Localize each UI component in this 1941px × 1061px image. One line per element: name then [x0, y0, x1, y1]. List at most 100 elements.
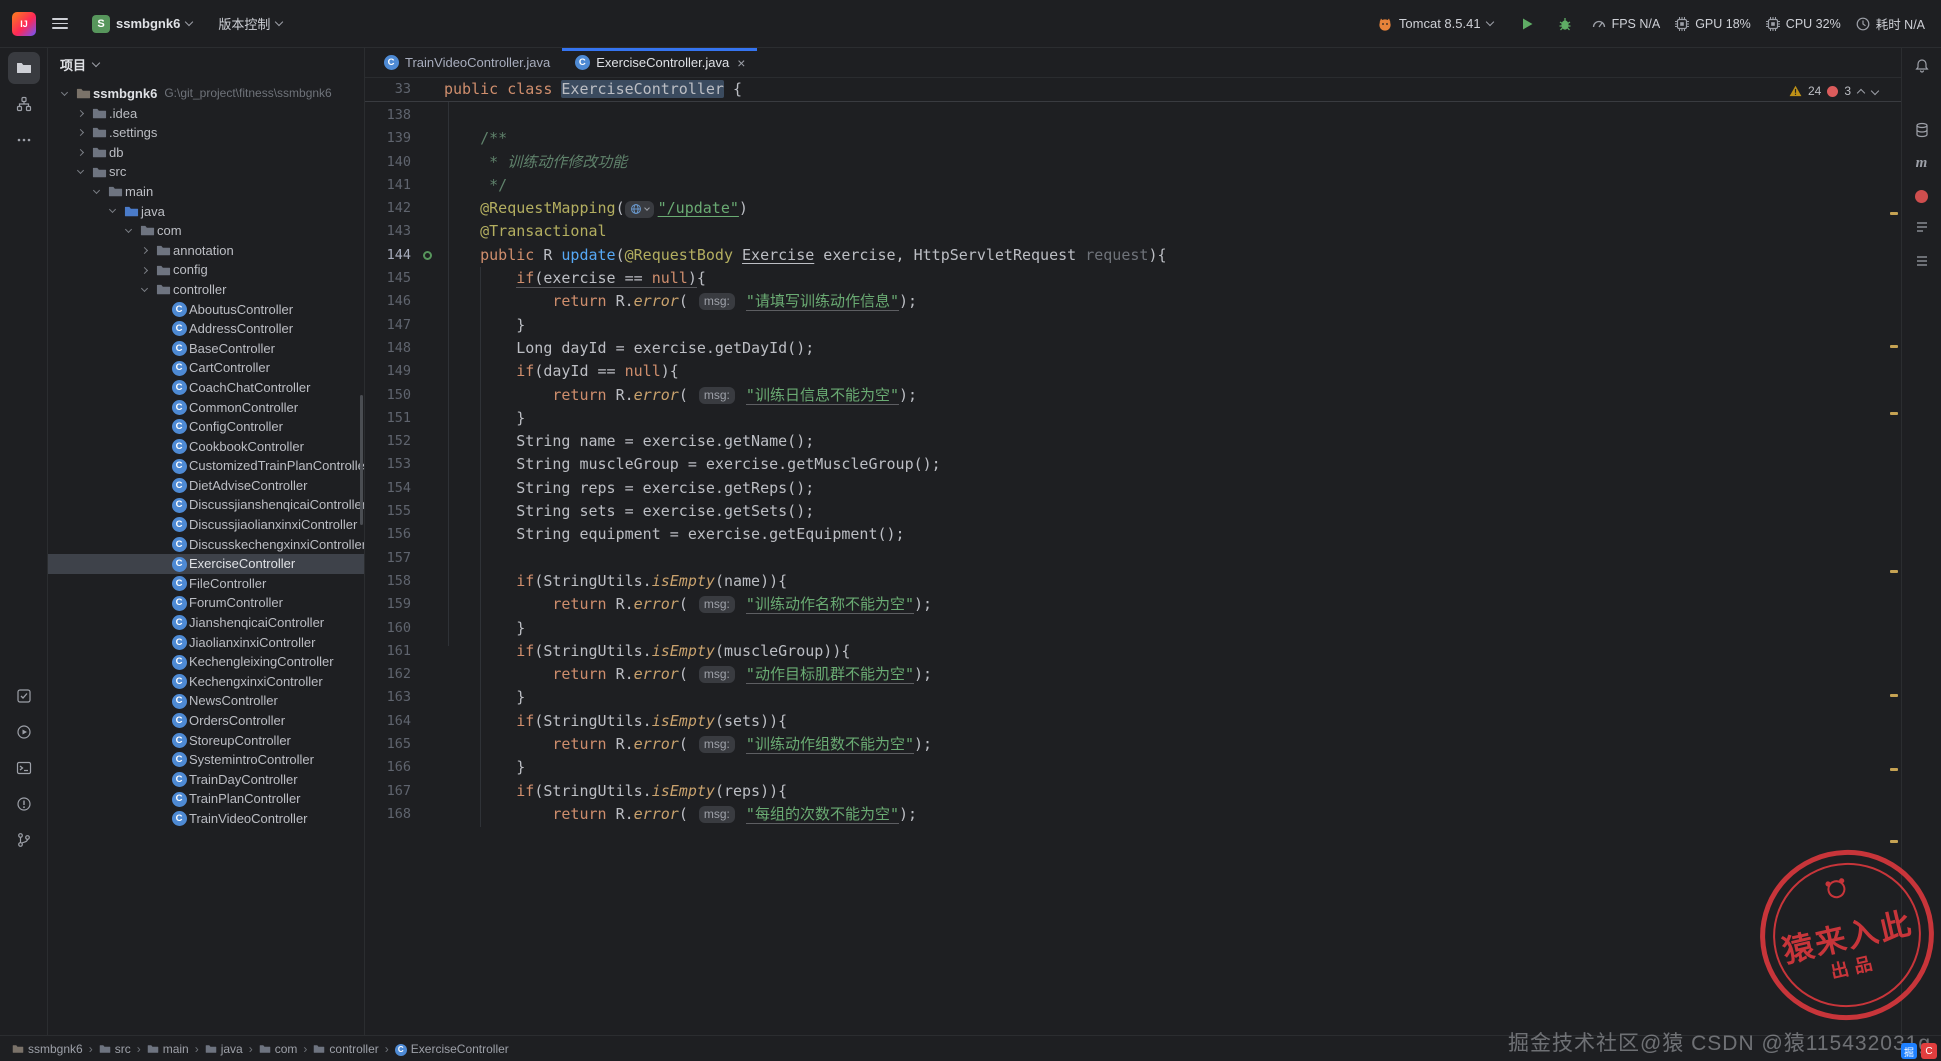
line-number[interactable]: 146	[365, 290, 411, 313]
line-number[interactable]: 163	[365, 686, 411, 709]
code-text[interactable]: String muscleGroup = exercise.getMuscleG…	[444, 455, 940, 473]
tree-item-kechengleixingcontroller[interactable]: C KechengleixingController	[48, 652, 364, 672]
next-problem-button[interactable]	[1870, 86, 1880, 96]
error-stripe-mark[interactable]	[1890, 840, 1898, 843]
code-text[interactable]: if(StringUtils.isEmpty(muscleGroup)){	[444, 642, 850, 660]
line-number[interactable]: 153	[365, 453, 411, 476]
debug-button[interactable]	[1553, 12, 1577, 36]
breadcrumb-item[interactable]: controller	[313, 1042, 379, 1056]
code-text[interactable]: String reps = exercise.getReps();	[444, 479, 814, 497]
code-text[interactable]: return R.error( msg: "每组的次数不能为空");	[444, 804, 917, 824]
close-icon[interactable]: ×	[737, 55, 745, 71]
code-text[interactable]: return R.error( msg: "训练日信息不能为空");	[444, 385, 917, 405]
inspections-widget[interactable]: 24 3	[1789, 84, 1880, 98]
tree-item-dietadvisecontroller[interactable]: C DietAdviseController	[48, 476, 364, 496]
line-number[interactable]: 168	[365, 803, 411, 826]
line-number[interactable]: 147	[365, 314, 411, 337]
more-tools-button[interactable]	[8, 124, 40, 156]
code-text[interactable]: String equipment = exercise.getEquipment…	[444, 525, 904, 543]
line-number[interactable]: 165	[365, 733, 411, 756]
line-number[interactable]: 143	[365, 220, 411, 243]
dependencies-button[interactable]	[1907, 247, 1937, 277]
tree-item-cookbookcontroller[interactable]: C CookbookController	[48, 437, 364, 457]
services-tool-button[interactable]	[8, 716, 40, 748]
code-text[interactable]: }	[444, 619, 525, 637]
maven-button[interactable]: m	[1907, 148, 1937, 178]
code-text[interactable]: }	[444, 409, 525, 427]
code-text[interactable]: return R.error( msg: "训练动作组数不能为空");	[444, 735, 932, 755]
tab-exercisecontroller-java[interactable]: C ExerciseController.java ×	[562, 48, 758, 77]
chevron-down-icon[interactable]	[72, 167, 89, 175]
line-number[interactable]: 140	[365, 151, 411, 174]
error-stripe-mark[interactable]	[1890, 570, 1898, 573]
line-number[interactable]: 151	[365, 407, 411, 430]
code-text[interactable]: if(StringUtils.isEmpty(sets)){	[444, 712, 787, 730]
chevron-down-icon[interactable]	[104, 206, 121, 214]
line-number[interactable]: 144	[365, 244, 411, 267]
project-tool-button[interactable]	[7, 52, 40, 84]
code-text[interactable]: * 训练动作修改功能	[444, 153, 627, 171]
line-number[interactable]: 155	[365, 500, 411, 523]
tree-item-newscontroller[interactable]: C NewsController	[48, 691, 364, 711]
tree-item-filecontroller[interactable]: C FileController	[48, 574, 364, 594]
chevron-right-icon[interactable]	[136, 266, 153, 274]
prev-problem-button[interactable]	[1856, 88, 1866, 97]
tree-item-main[interactable]: main	[48, 182, 364, 202]
error-stripe-mark[interactable]	[1890, 412, 1898, 415]
project-panel-header[interactable]: 项目	[48, 48, 364, 80]
code-text[interactable]: return R.error( msg: "请填写训练动作信息");	[444, 292, 917, 312]
line-number[interactable]: 156	[365, 523, 411, 546]
line-number[interactable]: 138	[365, 104, 411, 127]
tree-item-storeupcontroller[interactable]: C StoreupController	[48, 731, 364, 751]
line-number[interactable]: 142	[365, 197, 411, 220]
line-number[interactable]: 161	[365, 640, 411, 663]
tree-item-ssmbgnk6[interactable]: ssmbgnk6 G:\git_project\fitness\ssmbgnk6	[48, 84, 364, 104]
line-number[interactable]: 166	[365, 756, 411, 779]
code-text[interactable]: if(StringUtils.isEmpty(reps)){	[444, 782, 787, 800]
chevron-down-icon[interactable]	[88, 186, 105, 194]
run-button[interactable]	[1515, 12, 1539, 36]
database-button[interactable]	[1907, 115, 1937, 145]
structure-tool-button[interactable]	[8, 88, 40, 120]
line-number[interactable]: 167	[365, 780, 411, 803]
code-text[interactable]: return R.error( msg: "训练动作名称不能为空");	[444, 595, 932, 615]
breadcrumb-item[interactable]: ssmbgnk6	[12, 1042, 83, 1056]
tree-item-settings[interactable]: .settings	[48, 123, 364, 143]
line-number[interactable]: 145	[365, 267, 411, 290]
code-text[interactable]: @Transactional	[444, 222, 606, 240]
tree-item-cartcontroller[interactable]: C CartController	[48, 358, 364, 378]
code-text[interactable]: if(StringUtils.isEmpty(name)){	[444, 572, 787, 590]
code-text[interactable]: String sets = exercise.getSets();	[444, 502, 814, 520]
line-number[interactable]: 157	[365, 547, 411, 570]
line-number[interactable]: 148	[365, 337, 411, 360]
tree-item-src[interactable]: src	[48, 162, 364, 182]
tree-item-controller[interactable]: controller	[48, 280, 364, 300]
tree-item-kechengxinxicontroller[interactable]: C KechengxinxiController	[48, 672, 364, 692]
code-text[interactable]: public R update(@RequestBody Exercise ex…	[444, 246, 1166, 264]
code-text[interactable]: public class ExerciseController {	[444, 80, 742, 98]
line-number[interactable]: 141	[365, 174, 411, 197]
chevron-right-icon[interactable]	[72, 129, 89, 137]
tree-item-aboutuscontroller[interactable]: C AboutusController	[48, 300, 364, 320]
tree-item-com[interactable]: com	[48, 221, 364, 241]
tree-item-coachchatcontroller[interactable]: C CoachChatController	[48, 378, 364, 398]
tree-item-orderscontroller[interactable]: C OrdersController	[48, 711, 364, 731]
code-text[interactable]: @RequestMapping("/update")	[444, 199, 748, 218]
gutter-run-icon[interactable]	[423, 250, 432, 260]
tree-item-basecontroller[interactable]: C BaseController	[48, 339, 364, 359]
tree-item-db[interactable]: db	[48, 143, 364, 163]
error-stripe-mark[interactable]	[1890, 212, 1898, 215]
line-number[interactable]: 159	[365, 593, 411, 616]
code-text[interactable]: return R.error( msg: "动作目标肌群不能为空");	[444, 665, 932, 685]
breadcrumb-item[interactable]: java	[205, 1042, 243, 1056]
git-tool-button[interactable]	[8, 824, 40, 856]
main-menu-button[interactable]	[46, 10, 74, 38]
error-stripe-mark[interactable]	[1890, 345, 1898, 348]
code-text[interactable]: String name = exercise.getName();	[444, 432, 814, 450]
vcs-widget[interactable]: 版本控制	[210, 10, 290, 37]
chevron-right-icon[interactable]	[136, 247, 153, 255]
tree-item-exercisecontroller[interactable]: C ExerciseController	[48, 554, 364, 574]
chevron-down-icon[interactable]	[136, 284, 153, 292]
tree-item-discussjiaolianxinxicontroller[interactable]: C DiscussjiaolianxinxiController	[48, 515, 364, 535]
code-text[interactable]: }	[444, 758, 525, 776]
